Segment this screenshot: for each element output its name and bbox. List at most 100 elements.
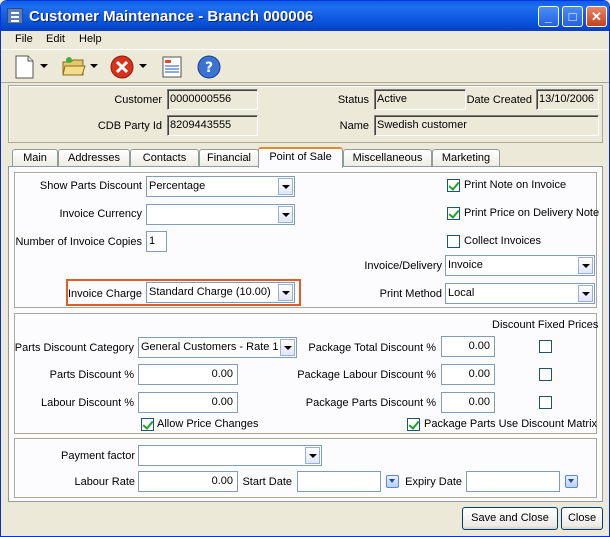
- open-folder-icon[interactable]: [61, 54, 87, 80]
- close-button[interactable]: Close: [561, 507, 603, 530]
- cdb-party-id-field: 8209443555: [167, 115, 258, 136]
- tab-miscellaneous[interactable]: Miscellaneous: [343, 149, 432, 167]
- toolbar: ?: [1, 49, 609, 83]
- window-title: Customer Maintenance - Branch 000006: [29, 8, 314, 25]
- chevron-down-icon[interactable]: [278, 284, 293, 301]
- customer-label: Customer: [114, 94, 162, 106]
- print-method-label: Print Method: [379, 288, 442, 300]
- menu-file[interactable]: File: [15, 33, 33, 45]
- chevron-down-icon[interactable]: [280, 339, 295, 356]
- close-window-button[interactable]: ✕: [586, 6, 607, 27]
- maximize-icon: □: [568, 9, 577, 24]
- status-label: Status: [337, 94, 369, 106]
- expiry-date-calendar-icon[interactable]: [565, 475, 578, 488]
- customer-maintenance-window: Customer Maintenance - Branch 000006 _ □…: [0, 0, 610, 537]
- package-labour-fixed-checkbox[interactable]: [539, 368, 552, 381]
- start-date-label: Start Date: [242, 476, 292, 488]
- show-parts-discount-label: Show Parts Discount: [39, 180, 142, 192]
- package-total-discount-label: Package Total Discount %: [308, 342, 436, 354]
- package-total-discount-field[interactable]: 0.00: [441, 336, 495, 357]
- invoice-delivery-select[interactable]: Invoice: [445, 255, 595, 276]
- invoice-charge-select[interactable]: Standard Charge (10.00): [146, 282, 295, 303]
- chevron-down-icon[interactable]: [278, 206, 293, 223]
- menu-edit[interactable]: Edit: [46, 33, 65, 45]
- show-parts-discount-value: Percentage: [149, 180, 206, 192]
- close-icon: ✕: [591, 9, 602, 24]
- menu-bar: File Edit Help: [1, 31, 609, 49]
- collect-invoices-label: Collect Invoices: [464, 235, 542, 247]
- tab-contacts[interactable]: Contacts: [130, 149, 199, 167]
- payment-factor-select[interactable]: [138, 445, 322, 466]
- app-icon: [7, 8, 23, 24]
- invoice-delivery-label: Invoice/Delivery: [364, 260, 442, 272]
- title-bar[interactable]: Customer Maintenance - Branch 000006 _ □…: [1, 1, 609, 31]
- help-icon[interactable]: ?: [196, 54, 222, 80]
- parts-discount-field[interactable]: 0.00: [138, 364, 238, 385]
- save-and-close-button[interactable]: Save and Close: [462, 507, 558, 530]
- tab-marketing[interactable]: Marketing: [432, 149, 500, 167]
- name-field: Swedish customer: [374, 115, 599, 136]
- print-method-select[interactable]: Local: [445, 283, 595, 304]
- package-parts-discount-label: Package Parts Discount %: [305, 397, 436, 409]
- tab-addresses[interactable]: Addresses: [58, 149, 130, 167]
- print-note-checkbox[interactable]: [447, 179, 460, 192]
- invoice-delivery-value: Invoice: [448, 259, 483, 271]
- parts-discount-category-value: General Customers - Rate 1: [141, 341, 279, 353]
- new-dropdown-arrow[interactable]: [40, 64, 48, 68]
- start-date-field[interactable]: [297, 471, 381, 492]
- minimize-icon: _: [544, 9, 553, 24]
- print-price-label: Print Price on Delivery Note: [464, 207, 600, 219]
- minimize-button[interactable]: _: [538, 6, 559, 27]
- parts-discount-category-select[interactable]: General Customers - Rate 1: [138, 337, 297, 358]
- tab-main[interactable]: Main: [12, 149, 58, 167]
- invoice-currency-select[interactable]: [146, 204, 295, 225]
- print-method-value: Local: [448, 287, 475, 299]
- package-labour-discount-label: Package Labour Discount %: [297, 369, 436, 381]
- delete-dropdown-arrow[interactable]: [139, 64, 147, 68]
- chevron-down-icon[interactable]: [578, 257, 593, 274]
- package-parts-discount-field[interactable]: 0.00: [441, 392, 495, 413]
- allow-price-changes-checkbox[interactable]: [141, 418, 154, 431]
- expiry-date-label: Expiry Date: [405, 476, 462, 488]
- discount-fixed-prices-header: Discount Fixed Prices: [492, 319, 599, 331]
- print-note-label: Print Note on Invoice: [464, 179, 567, 191]
- labour-rate-field[interactable]: 0.00: [138, 471, 238, 492]
- tab-financial[interactable]: Financial: [199, 149, 259, 167]
- svg-text:?: ?: [205, 60, 213, 76]
- cdb-party-id-label: CDB Party Id: [97, 120, 162, 132]
- open-dropdown-arrow[interactable]: [90, 64, 98, 68]
- labour-discount-label: Labour Discount %: [41, 397, 134, 409]
- customer-field: 0000000556: [167, 89, 258, 110]
- name-label: Name: [339, 120, 369, 132]
- payment-factor-label: Payment factor: [61, 450, 135, 462]
- chevron-down-icon[interactable]: [578, 285, 593, 302]
- parts-discount-label: Parts Discount %: [49, 369, 134, 381]
- chevron-down-icon[interactable]: [305, 447, 320, 464]
- chevron-down-icon[interactable]: [278, 178, 293, 195]
- show-parts-discount-select[interactable]: Percentage: [146, 176, 295, 197]
- invoice-charge-label: Invoice Charge: [68, 288, 142, 300]
- invoice-currency-label: Invoice Currency: [59, 208, 142, 220]
- invoice-copies-field[interactable]: 1: [146, 231, 167, 252]
- report-icon[interactable]: [159, 54, 185, 80]
- print-price-checkbox[interactable]: [447, 207, 460, 220]
- invoice-charge-value: Standard Charge (10.00): [149, 286, 271, 298]
- package-use-matrix-label: Package Parts Use Discount Matrix: [424, 418, 598, 430]
- expiry-date-field[interactable]: [466, 471, 560, 492]
- date-created-label: Date Created: [466, 94, 532, 106]
- allow-price-changes-label: Allow Price Changes: [157, 418, 259, 430]
- invoice-copies-label: Number of Invoice Copies: [15, 236, 142, 248]
- labour-discount-field[interactable]: 0.00: [138, 392, 238, 413]
- package-use-matrix-checkbox[interactable]: [407, 418, 420, 431]
- new-document-icon[interactable]: [11, 54, 37, 80]
- tab-point-of-sale[interactable]: Point of Sale: [258, 147, 343, 168]
- package-total-fixed-checkbox[interactable]: [539, 340, 552, 353]
- maximize-button[interactable]: □: [562, 6, 583, 27]
- collect-invoices-checkbox[interactable]: [447, 235, 460, 248]
- delete-icon[interactable]: [109, 54, 135, 80]
- status-field: Active: [374, 89, 466, 110]
- package-labour-discount-field[interactable]: 0.00: [441, 364, 495, 385]
- start-date-calendar-icon[interactable]: [386, 475, 399, 488]
- package-parts-fixed-checkbox[interactable]: [539, 396, 552, 409]
- menu-help[interactable]: Help: [79, 33, 102, 45]
